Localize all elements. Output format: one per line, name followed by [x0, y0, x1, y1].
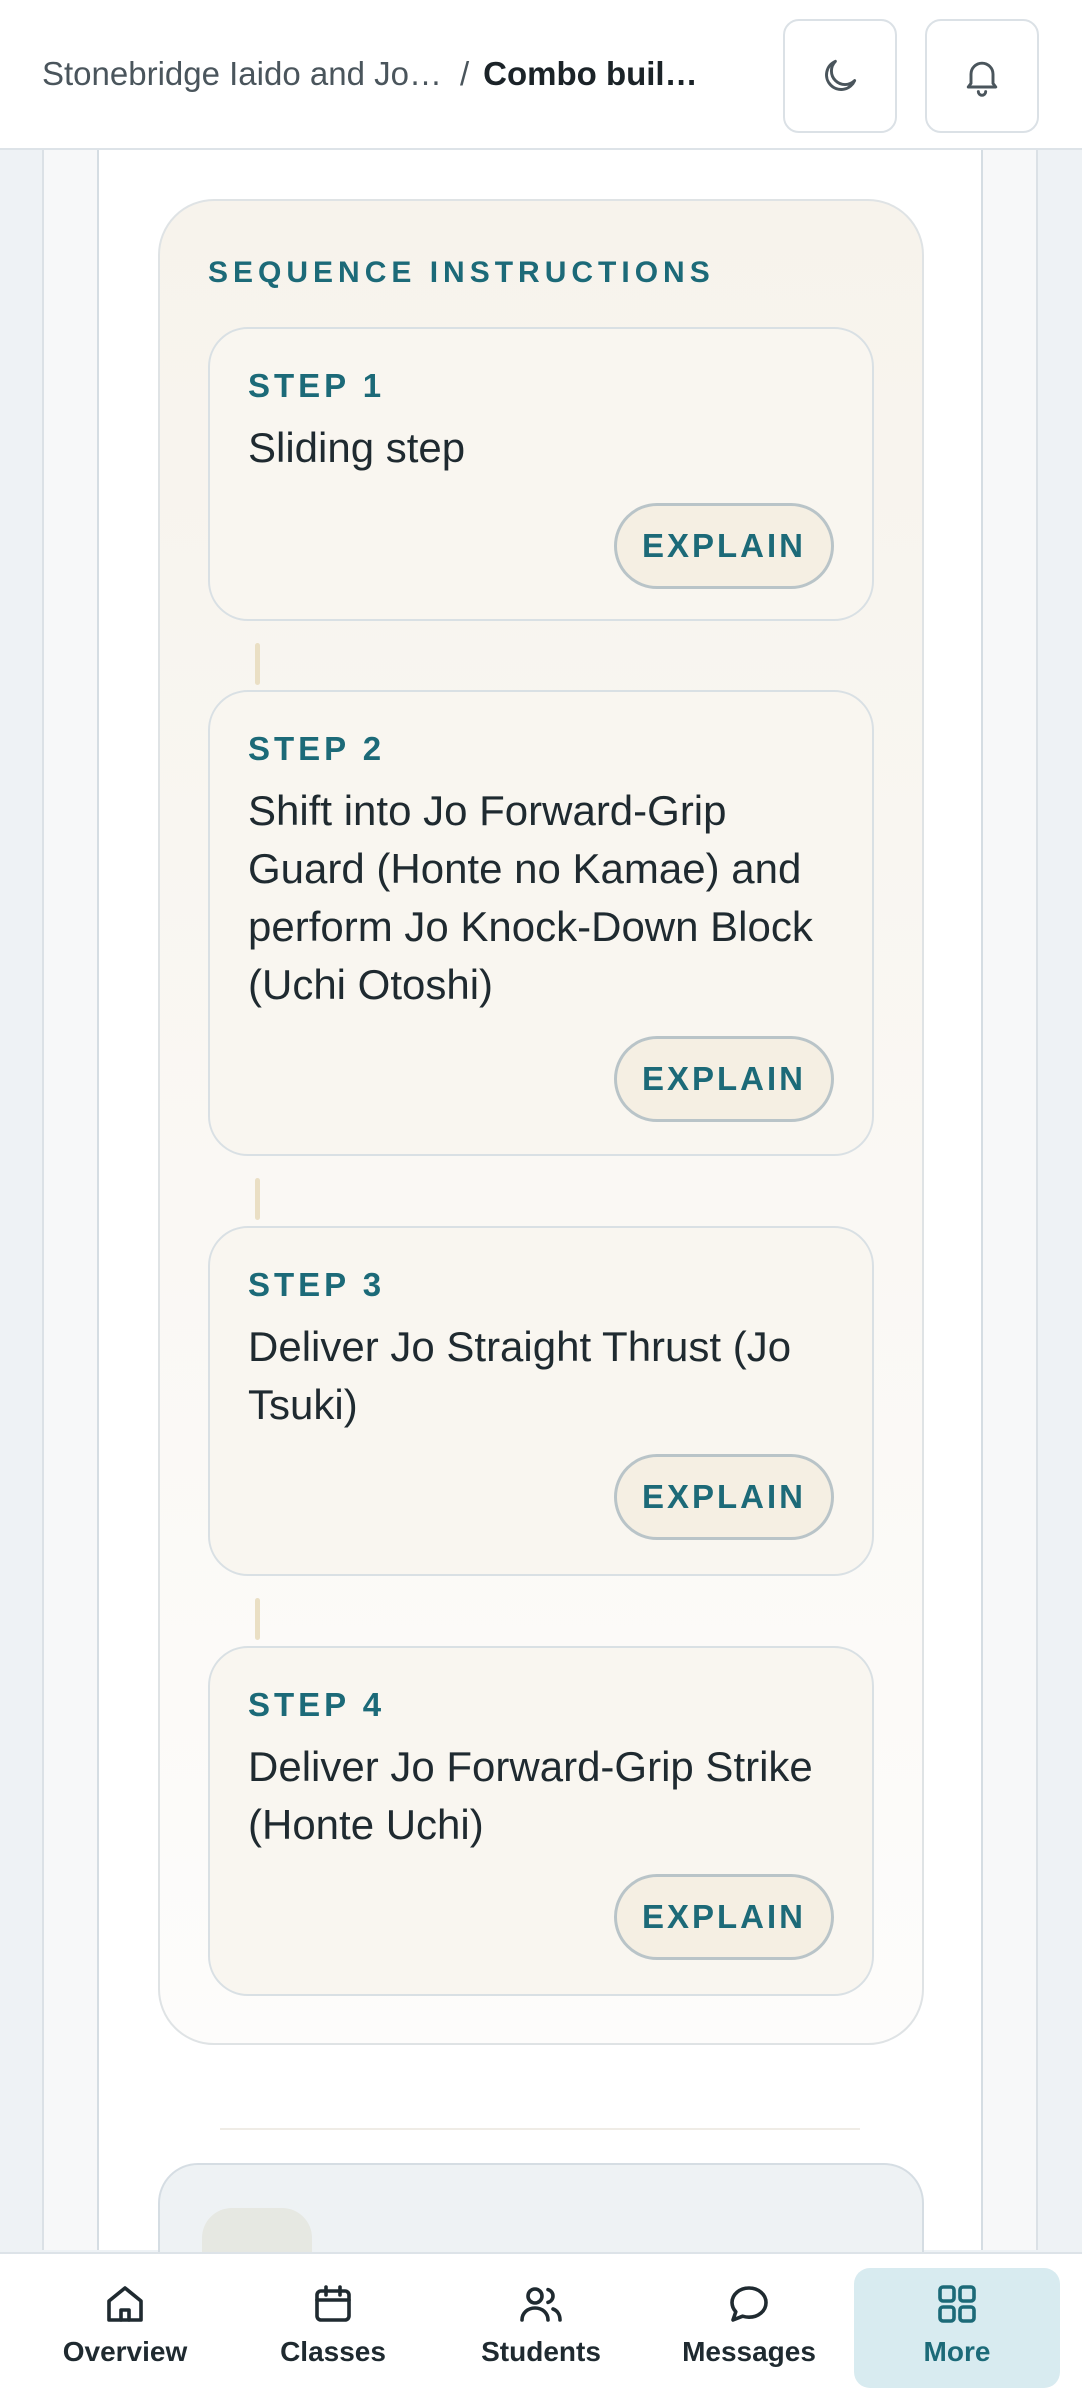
- users-icon: [520, 2287, 562, 2322]
- nav-item-messages[interactable]: Messages: [646, 2268, 852, 2388]
- step-card-4: STEP 4 Deliver Jo Forward-Grip Strike (H…: [208, 1646, 874, 1996]
- step-connector: [255, 1598, 260, 1640]
- step-label: STEP 3: [248, 1266, 386, 1303]
- explain-button[interactable]: EXPLAIN: [614, 1454, 834, 1540]
- step-text: Deliver Jo Forward-Grip Strike (Honte Uc…: [248, 1743, 813, 1848]
- bell-icon: [966, 61, 998, 97]
- sequence-title: SEQUENCE INSTRUCTIONS: [208, 256, 715, 289]
- notifications-button[interactable]: [925, 19, 1039, 133]
- calendar-icon: [315, 2285, 351, 2322]
- step-card-1: STEP 1 Sliding step EXPLAIN: [208, 327, 874, 621]
- home-icon: [107, 2286, 143, 2322]
- nav-label: Students: [481, 2336, 601, 2367]
- bottom-nav: Overview Classes Students Messages More: [0, 2252, 1082, 2402]
- breadcrumb-separator: /: [459, 55, 470, 92]
- step-connector: [255, 643, 260, 685]
- step-card-3: STEP 3 Deliver Jo Straight Thrust (Jo Ts…: [208, 1226, 874, 1576]
- section-divider: [220, 2128, 860, 2130]
- nav-item-more[interactable]: More: [854, 2268, 1060, 2388]
- theme-toggle-button[interactable]: [783, 19, 897, 133]
- breadcrumb-root[interactable]: Stonebridge Iaido and Jo…: [42, 55, 442, 93]
- step-label: STEP 2: [248, 730, 386, 767]
- explain-button[interactable]: EXPLAIN: [614, 503, 834, 589]
- nav-label: More: [923, 2336, 991, 2367]
- nav-item-overview[interactable]: Overview: [22, 2268, 228, 2388]
- moon-icon: [825, 59, 857, 91]
- nav-item-students[interactable]: Students: [438, 2268, 644, 2388]
- grid-icon: [938, 2285, 976, 2323]
- nav-label: Classes: [280, 2336, 386, 2367]
- step-label: STEP 1: [248, 367, 386, 404]
- explain-button[interactable]: EXPLAIN: [614, 1874, 834, 1960]
- nav-item-classes[interactable]: Classes: [230, 2268, 436, 2388]
- chat-icon: [730, 2286, 768, 2322]
- nav-label: Overview: [62, 2336, 188, 2367]
- step-label: STEP 4: [248, 1686, 386, 1723]
- step-text: Shift into Jo Forward-Grip Guard (Honte …: [248, 787, 813, 1008]
- step-card-2: STEP 2 Shift into Jo Forward-Grip Guard …: [208, 690, 874, 1156]
- top-header: Stonebridge Iaido and Jo… / Combo build…: [0, 0, 1082, 150]
- step-connector: [255, 1178, 260, 1220]
- breadcrumb-current: Combo build…: [483, 55, 714, 92]
- explain-button[interactable]: EXPLAIN: [614, 1036, 834, 1122]
- nav-label: Messages: [682, 2336, 816, 2367]
- step-text: Deliver Jo Straight Thrust (Jo Tsuki): [248, 1323, 792, 1428]
- step-text: Sliding step: [248, 424, 466, 471]
